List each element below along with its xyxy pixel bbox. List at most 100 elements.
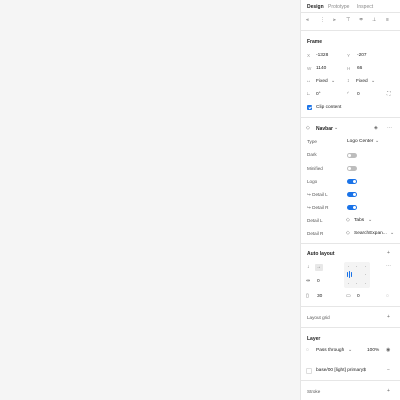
- divider: [300, 30, 400, 31]
- chevron-down-icon[interactable]: ⌄: [375, 139, 379, 144]
- go-to-main-component-icon[interactable]: ◈: [374, 126, 378, 131]
- prop-detail-l-toggle-label: ↪ Detail L: [307, 192, 328, 197]
- blend-mode-select[interactable]: Pass through: [316, 348, 344, 353]
- x-input[interactable]: -1328: [316, 53, 328, 58]
- component-instance-icon: ◇: [306, 125, 310, 131]
- instance-swap-icon: ◇: [346, 217, 350, 223]
- w-label: W: [307, 66, 312, 71]
- width-resize-icon: ↔: [306, 78, 311, 84]
- frame-section-title: Frame: [307, 39, 323, 45]
- chevron-down-icon[interactable]: ⌄: [348, 348, 352, 353]
- align-indicator: [349, 271, 351, 278]
- horizontal-padding-input[interactable]: 30: [317, 294, 322, 299]
- align-dot[interactable]: [348, 266, 349, 267]
- corner-radius-input[interactable]: 0: [357, 92, 360, 97]
- prop-minified-label: Minified: [307, 166, 323, 171]
- horizontal-padding-icon: ▯: [306, 293, 309, 299]
- chevron-down-icon[interactable]: ⌄: [368, 218, 372, 223]
- prop-detail-r-toggle[interactable]: [347, 205, 357, 210]
- more-icon[interactable]: ⋯: [386, 264, 391, 269]
- prop-dark-toggle[interactable]: [347, 153, 357, 158]
- independent-corners-icon[interactable]: ⛶: [387, 92, 391, 97]
- chevron-down-icon[interactable]: ⌄: [331, 79, 335, 84]
- divider: [300, 243, 400, 244]
- vertical-padding-icon: ▭: [346, 293, 351, 299]
- align-left-icon[interactable]: ⫷: [306, 18, 309, 23]
- h-input[interactable]: 66: [357, 66, 362, 71]
- spacing-icon: ⇹: [306, 278, 311, 284]
- tab-prototype[interactable]: Prototype: [328, 4, 349, 10]
- prop-detail-l-select[interactable]: Tabs: [354, 218, 364, 223]
- rotation-input[interactable]: 0°: [316, 92, 321, 97]
- prop-detail-l-toggle[interactable]: [347, 192, 357, 197]
- prop-detail-r-label: Detail R: [307, 231, 324, 236]
- chevron-down-icon[interactable]: ⌄: [371, 79, 375, 84]
- minus-icon[interactable]: −: [387, 368, 390, 373]
- vertical-padding-input[interactable]: 0: [357, 294, 360, 299]
- individual-padding-icon[interactable]: ◌: [386, 294, 389, 299]
- align-indicator: [351, 272, 353, 277]
- plus-icon[interactable]: +: [387, 251, 390, 256]
- divider: [300, 380, 400, 381]
- x-label: X: [307, 53, 311, 58]
- alignment-grid[interactable]: [344, 262, 370, 288]
- w-input[interactable]: 1140: [316, 66, 326, 71]
- instance-swap-icon: ◇: [346, 230, 350, 236]
- width-sizing-select[interactable]: Fixed: [316, 79, 328, 84]
- align-dot[interactable]: [356, 266, 357, 267]
- prop-logo-toggle[interactable]: [347, 179, 357, 184]
- design-canvas[interactable]: [0, 0, 300, 400]
- rotation-icon: ∟: [306, 91, 311, 97]
- y-label: Y: [347, 53, 351, 58]
- prop-detail-r-select[interactable]: SearchExpan...: [354, 231, 387, 236]
- divider: [300, 327, 400, 328]
- prop-minified-toggle[interactable]: [347, 166, 357, 171]
- prop-dark-label: Dark: [307, 152, 317, 157]
- align-center-v-icon[interactable]: ≑: [359, 18, 363, 23]
- direction-vertical-button[interactable]: ↓: [306, 264, 314, 271]
- stroke-title: Stroke: [307, 389, 321, 394]
- clip-content-label: Clip content: [316, 105, 342, 110]
- align-center-h-icon[interactable]: ⋮: [320, 18, 325, 23]
- corner-radius-icon: ◜: [347, 91, 349, 97]
- align-bottom-icon[interactable]: ⊥: [372, 18, 376, 23]
- divider: [300, 306, 400, 307]
- chevron-down-icon[interactable]: ⌄: [390, 231, 394, 236]
- plus-icon[interactable]: +: [387, 389, 390, 394]
- align-indicator: [347, 272, 349, 277]
- eye-icon[interactable]: ◉: [386, 348, 390, 353]
- arrow-down-icon: ↓: [307, 264, 310, 270]
- auto-layout-title: Auto layout: [307, 251, 335, 257]
- y-input[interactable]: -207: [357, 53, 367, 58]
- arrow-right-icon: →: [316, 264, 321, 270]
- prop-type-label: Type: [307, 139, 317, 144]
- align-right-icon[interactable]: ⫸: [333, 18, 336, 23]
- chevron-down-icon[interactable]: ⌄: [334, 126, 338, 131]
- layer-title: Layer: [307, 336, 321, 342]
- direction-horizontal-button[interactable]: →: [315, 264, 323, 271]
- plus-icon[interactable]: +: [387, 315, 390, 320]
- distribute-icon[interactable]: ≡: [386, 18, 389, 23]
- fill-style-name[interactable]: base/00 [light] primary$: [316, 368, 366, 373]
- prop-type-select[interactable]: Logo Center: [347, 139, 373, 144]
- prop-detail-l-label: Detail L: [307, 218, 323, 223]
- align-dot[interactable]: [365, 266, 366, 267]
- component-name[interactable]: Navbar: [316, 126, 333, 132]
- height-sizing-select[interactable]: Fixed: [356, 79, 368, 84]
- align-dot[interactable]: [356, 283, 357, 284]
- h-label: H: [347, 66, 351, 71]
- align-dot[interactable]: [348, 283, 349, 284]
- fill-style-swatch[interactable]: [306, 368, 312, 374]
- align-dot[interactable]: [365, 274, 366, 275]
- tab-inspect[interactable]: Inspect: [357, 4, 373, 10]
- align-dot[interactable]: [365, 283, 366, 284]
- spacing-input[interactable]: 0: [317, 279, 320, 284]
- prop-logo-label: Logo: [307, 179, 318, 184]
- layout-grid-title: Layout grid: [307, 315, 330, 320]
- height-resize-icon: ↕: [347, 78, 350, 84]
- more-icon[interactable]: ⋯: [387, 126, 392, 131]
- clip-content-checkbox[interactable]: [307, 105, 312, 110]
- tab-design[interactable]: Design: [307, 4, 324, 10]
- align-top-icon[interactable]: ⊤: [346, 18, 350, 23]
- opacity-input[interactable]: 100%: [367, 348, 379, 353]
